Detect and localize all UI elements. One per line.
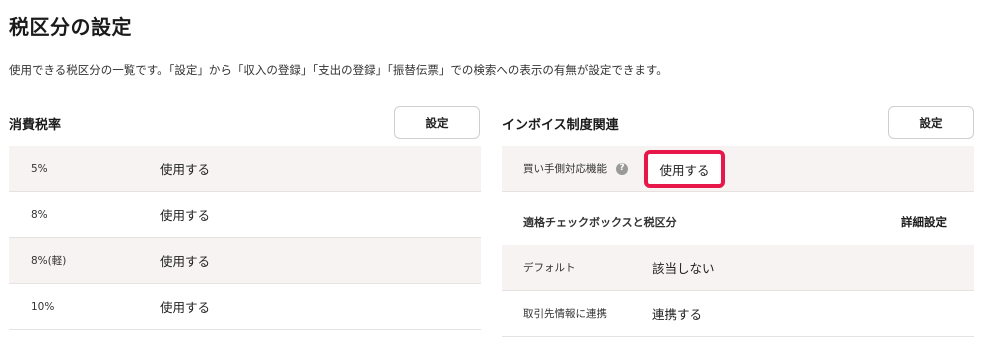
tax-rate-label: 8%(軽) — [31, 255, 67, 267]
tax-rate-row: 10% 使用する — [9, 284, 481, 330]
consumption-tax-heading: 消費税率 — [9, 118, 62, 133]
qualified-check-heading: 適格チェックボックスと税区分 — [523, 216, 677, 229]
tax-rate-row: 5% 使用する — [9, 146, 481, 192]
tax-rate-label: 5% — [31, 162, 48, 175]
partner-link-value: 連携する — [652, 307, 703, 322]
detail-settings-link[interactable]: 詳細設定 — [901, 214, 947, 230]
buyer-feature-value: 使用する — [659, 162, 710, 178]
consumption-tax-settings-button[interactable]: 設定 — [394, 106, 480, 139]
default-value: 該当しない — [652, 261, 715, 276]
buyer-feature-row: 買い手側対応機能 ? 使用する — [502, 146, 974, 192]
partner-link-label: 取引先情報に連携 — [523, 308, 607, 320]
default-label: デフォルト — [523, 262, 576, 274]
buyer-feature-label: 買い手側対応機能 — [523, 163, 607, 175]
tax-rate-status: 使用する — [160, 254, 211, 269]
qualified-check-row: 適格チェックボックスと税区分 詳細設定 — [502, 199, 974, 245]
invoice-heading: インボイス制度関連 — [502, 118, 619, 133]
default-row: デフォルト 該当しない — [502, 245, 974, 291]
tax-rate-status: 使用する — [160, 300, 211, 315]
partner-link-row: 取引先情報に連携 連携する — [502, 291, 974, 337]
page-description: 使用できる税区分の一覧です。「設定」から「収入の登録」「支出の登録」「振替伝票」… — [9, 63, 668, 77]
tax-category-settings-page: 税区分の設定 使用できる税区分の一覧です。「設定」から「収入の登録」「支出の登録… — [0, 0, 987, 350]
tax-rate-status: 使用する — [160, 208, 211, 223]
page-title: 税区分の設定 — [9, 15, 132, 39]
buyer-feature-value-highlight: 使用する — [644, 150, 725, 188]
invoice-settings-button[interactable]: 設定 — [888, 106, 974, 139]
tax-rate-label: 10% — [31, 300, 55, 313]
tax-rate-label: 8% — [31, 208, 48, 221]
tax-rate-row: 8%(軽) 使用する — [9, 238, 481, 284]
tax-rate-row: 8% 使用する — [9, 192, 481, 238]
question-circle-icon[interactable]: ? — [616, 162, 628, 175]
tax-rate-status: 使用する — [160, 162, 211, 177]
